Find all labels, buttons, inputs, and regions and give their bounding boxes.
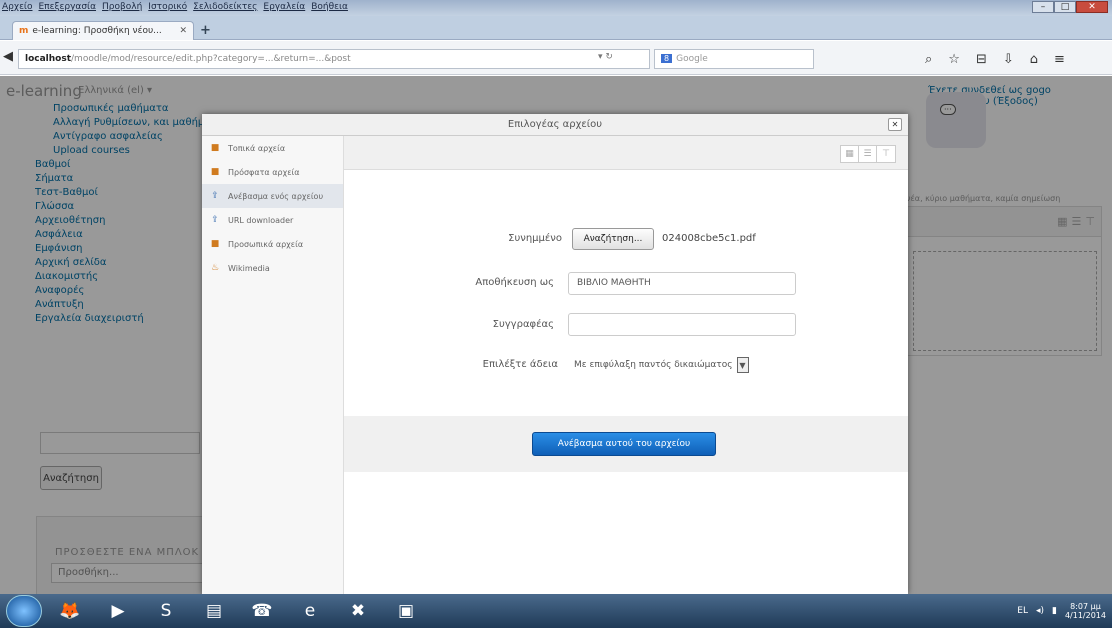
new-tab-icon[interactable]: + bbox=[200, 23, 211, 38]
license-select[interactable]: Με επιφύλαξη παντός δικαιώματος ▼ bbox=[568, 355, 778, 375]
repo-local-files[interactable]: ■ Τοπικά αρχεία bbox=[202, 136, 343, 160]
file-explorer-icon[interactable]: ▤ bbox=[196, 597, 232, 625]
folder-icon: ■ bbox=[210, 167, 220, 177]
search-field[interactable]: 8 Google bbox=[654, 49, 814, 69]
navigation-bar: ◀ localhost/moodle/mod/resource/edit.php… bbox=[0, 41, 1112, 75]
repo-url-downloader[interactable]: ⇪ URL downloader bbox=[202, 208, 343, 232]
toolbar-icons: ⌕ ☆ ⊟ ⇩ ⌂ ≡ bbox=[925, 52, 1065, 67]
close-window-button[interactable]: ✕ bbox=[1076, 1, 1108, 13]
grid-view-icon[interactable]: ▦ bbox=[841, 146, 859, 162]
windows-taskbar: 🦊 ▶ S ▤ ☎ e ✖ ▣ EL ◂) ▮ 8:07 μμ 4/11/2014 bbox=[0, 594, 1112, 628]
dropdown-arrow-icon: ▼ bbox=[736, 357, 749, 373]
volume-icon[interactable]: ◂) bbox=[1036, 606, 1044, 616]
search-icon[interactable]: ⌕ bbox=[925, 52, 932, 67]
skype-icon[interactable]: S bbox=[148, 597, 184, 625]
menu-file[interactable]: Αρχείο bbox=[2, 2, 33, 12]
view-switcher: ▦ ☰ ⊤ bbox=[840, 145, 896, 163]
menu-edit[interactable]: Επεξεργασία bbox=[39, 2, 97, 12]
selected-filename: 024008cbe5c1.pdf bbox=[662, 233, 756, 244]
repo-wikimedia[interactable]: ♨ Wikimedia bbox=[202, 256, 343, 280]
start-button[interactable] bbox=[6, 595, 42, 627]
moodle-favicon-icon: m bbox=[19, 26, 29, 36]
repo-label: Πρόσφατα αρχεία bbox=[228, 167, 300, 177]
bookmarks-list-icon[interactable]: ⊟ bbox=[976, 52, 987, 67]
dialog-footer: Ανέβασμα αυτού του αρχείου bbox=[344, 416, 908, 472]
repository-list: ■ Τοπικά αρχεία ■ Πρόσφατα αρχεία ⇪ Ανέβασμ… bbox=[202, 136, 344, 594]
attachment-label: Συνημμένο bbox=[508, 233, 562, 244]
maximize-button[interactable]: □ bbox=[1054, 1, 1076, 13]
window-controls: – □ ✕ bbox=[1032, 1, 1108, 13]
internet-explorer-icon[interactable]: e bbox=[292, 597, 328, 625]
download-icon[interactable]: ⇩ bbox=[1003, 52, 1014, 67]
system-tray: EL ◂) ▮ 8:07 μμ 4/11/2014 bbox=[1017, 602, 1106, 620]
close-tab-icon[interactable]: ✕ bbox=[179, 26, 187, 36]
dialog-title: Επιλογέας αρχείου bbox=[507, 119, 603, 130]
dialog-header: Επιλογέας αρχείου ✕ bbox=[202, 114, 908, 136]
network-icon[interactable]: ▮ bbox=[1052, 606, 1057, 616]
folder-icon: ■ bbox=[210, 239, 220, 249]
menu-view[interactable]: Προβολή bbox=[102, 2, 142, 12]
browser-tab[interactable]: m e-learning: Προσθήκη νέου... ✕ bbox=[12, 21, 194, 40]
clock-time: 8:07 μμ bbox=[1070, 602, 1101, 611]
file-picker-toolbar: ▦ ☰ ⊤ bbox=[344, 136, 908, 170]
clock[interactable]: 8:07 μμ 4/11/2014 bbox=[1065, 602, 1106, 620]
save-as-label: Αποθήκευση ως bbox=[475, 277, 554, 288]
address-bar[interactable]: localhost/moodle/mod/resource/edit.php?c… bbox=[18, 49, 650, 69]
author-input[interactable] bbox=[568, 313, 796, 336]
repo-label: Ανέβασμα ενός αρχείου bbox=[228, 191, 324, 201]
language-indicator[interactable]: EL bbox=[1017, 606, 1028, 616]
list-view-icon[interactable]: ☰ bbox=[859, 146, 877, 162]
save-as-input[interactable]: ΒΙΒΛΙΟ ΜΑΘΗΤΗ bbox=[568, 272, 796, 295]
menu-bar: Αρχείο Επεξεργασία Προβολή Ιστορικό Σελι… bbox=[2, 2, 348, 12]
url-host: localhost bbox=[25, 54, 72, 64]
upload-icon: ⇪ bbox=[211, 191, 219, 201]
tree-view-icon[interactable]: ⊤ bbox=[877, 146, 895, 162]
license-label: Επιλέξτε άδεια bbox=[482, 359, 558, 370]
viber-icon[interactable]: ☎ bbox=[244, 597, 280, 625]
window-titlebar: Αρχείο Επεξεργασία Προβολή Ιστορικό Σελι… bbox=[0, 0, 1112, 16]
url-path: /moodle/mod/resource/edit.php?category=.… bbox=[71, 54, 351, 64]
search-placeholder: Google bbox=[676, 54, 708, 64]
menu-icon[interactable]: ≡ bbox=[1054, 52, 1065, 67]
minimize-button[interactable]: – bbox=[1032, 1, 1054, 13]
clock-date: 4/11/2014 bbox=[1064, 611, 1106, 620]
image-viewer-icon[interactable]: ▣ bbox=[388, 597, 424, 625]
license-value: Με επιφύλαξη παντός δικαιώματος bbox=[574, 360, 733, 370]
menu-help[interactable]: Βοήθεια bbox=[311, 2, 348, 12]
repo-label: Προσωπικά αρχεία bbox=[228, 239, 304, 249]
folder-icon: ■ bbox=[210, 143, 220, 153]
choose-file-button[interactable]: Αναζήτηση... bbox=[572, 228, 654, 250]
back-arrow-icon[interactable]: ◀ bbox=[3, 49, 19, 67]
wikimedia-icon: ♨ bbox=[210, 263, 220, 273]
media-player-icon[interactable]: ▶ bbox=[100, 597, 136, 625]
home-icon[interactable]: ⌂ bbox=[1030, 52, 1038, 67]
repo-label: Wikimedia bbox=[228, 263, 270, 273]
reload-icon[interactable]: ▾ ↻ bbox=[598, 52, 613, 62]
repo-recent-files[interactable]: ■ Πρόσφατα αρχεία bbox=[202, 160, 343, 184]
menu-tools[interactable]: Εργαλεία bbox=[263, 2, 305, 12]
xampp-icon[interactable]: ✖ bbox=[340, 597, 376, 625]
google-icon: 8 bbox=[661, 54, 673, 63]
dialog-close-icon[interactable]: ✕ bbox=[888, 118, 902, 131]
author-label: Συγγραφέας bbox=[492, 319, 554, 330]
repo-label: Τοπικά αρχεία bbox=[228, 143, 286, 153]
bookmark-star-icon[interactable]: ☆ bbox=[948, 52, 960, 67]
upload-file-button[interactable]: Ανέβασμα αυτού του αρχείου bbox=[532, 432, 716, 456]
repo-upload-file[interactable]: ⇪ Ανέβασμα ενός αρχείου bbox=[202, 184, 343, 208]
file-picker-dialog: Επιλογέας αρχείου ✕ ■ Τοπικά αρχεία ■ Πρόσ… bbox=[202, 114, 908, 594]
repo-label: URL downloader bbox=[228, 215, 294, 225]
url-icon: ⇪ bbox=[211, 215, 219, 225]
menu-history[interactable]: Ιστορικό bbox=[148, 2, 187, 12]
firefox-icon[interactable]: 🦊 bbox=[52, 597, 88, 625]
tab-bar: m e-learning: Προσθήκη νέου... ✕ + bbox=[0, 16, 1112, 40]
menu-bookmarks[interactable]: Σελιδοδείκτες bbox=[193, 2, 257, 12]
tab-title: e-learning: Προσθήκη νέου... bbox=[32, 26, 162, 36]
repo-private-files[interactable]: ■ Προσωπικά αρχεία bbox=[202, 232, 343, 256]
